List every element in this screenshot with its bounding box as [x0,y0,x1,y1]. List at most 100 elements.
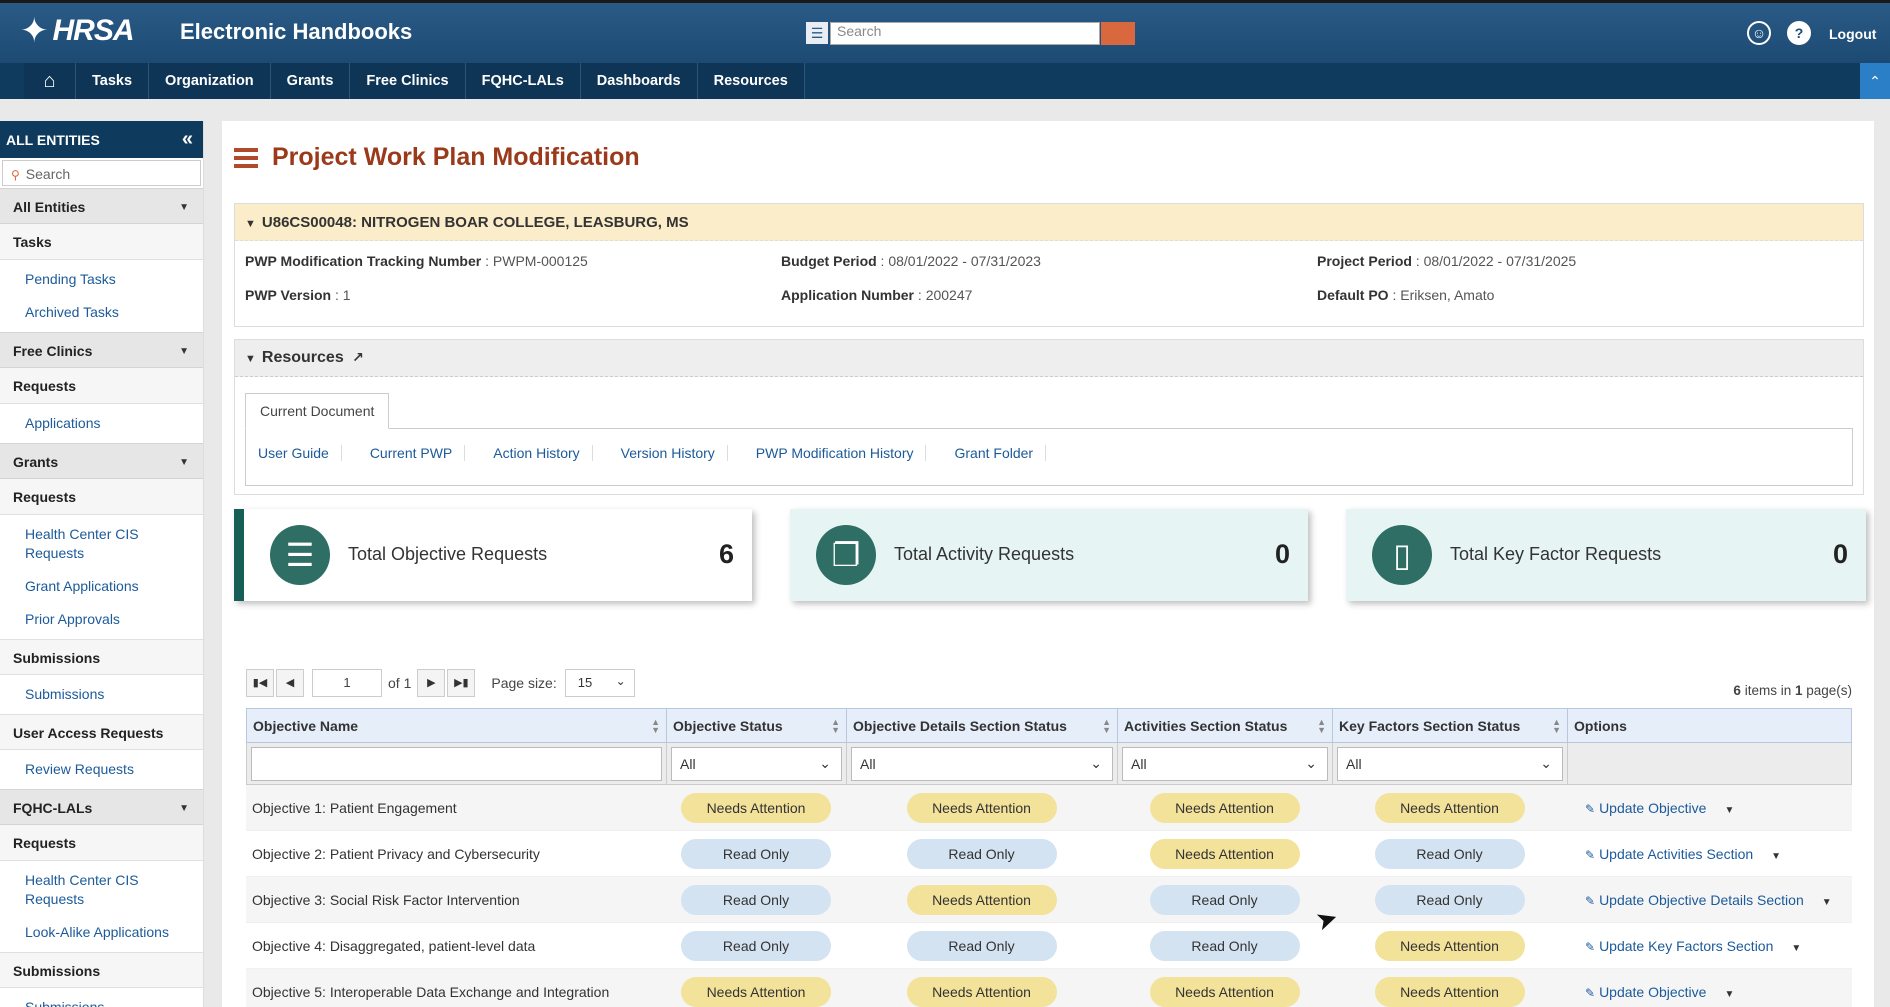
filter-value: All [680,756,696,772]
home-icon[interactable]: ⌂ [24,63,76,99]
table-row: Objective 5: Interoperable Data Exchange… [246,969,1852,1007]
prev-page-icon[interactable]: ◀ [276,669,304,697]
pwp-version-field: PWP Version : 1 [245,287,351,303]
card-total-objective-requests[interactable]: ☰ Total Objective Requests 6 [234,509,752,601]
sidebar-link-grant-applications[interactable]: Grant Applications [0,570,203,603]
nav-fqhc-lals[interactable]: FQHC-LALs [466,63,581,99]
filter-objective-details-select[interactable]: All ⌄ [851,747,1113,781]
objectives-grid: Objective Name ▲ ▼ Objective Status ▲ ▼ Obje… [246,708,1852,1007]
nav-tasks[interactable]: Tasks [76,63,150,99]
sidebar-link-archived-tasks[interactable]: Archived Tasks [0,296,203,332]
column-key-factors-status[interactable]: Key Factors Section Status ▲ ▼ [1333,709,1568,742]
sidebar-link-pending-tasks[interactable]: Pending Tasks [0,260,203,296]
external-link-icon[interactable]: ↗ [352,349,364,365]
card-label: Total Objective Requests [348,544,548,564]
caret-down-icon[interactable]: ▼ [1724,805,1734,816]
column-objective-name[interactable]: Objective Name ▲ ▼ [247,709,667,742]
filter-key-factors-cell: All ⌄ [1333,743,1568,784]
logout-link[interactable]: Logout [1829,26,1876,42]
hrsa-logo[interactable]: ✦ HRSA [20,11,135,51]
page-number-input[interactable]: 1 [312,669,382,697]
update-objective-details-link[interactable]: ✎ Update Objective Details Section [1585,892,1804,908]
field-label: Application Number [781,287,915,303]
sidebar-link-health-center-cis[interactable]: Health Center CIS Requests [0,861,203,916]
sidebar-link-submissions[interactable]: Submissions [0,988,203,1007]
update-activities-link[interactable]: ✎ Update Activities Section [1585,846,1753,862]
filter-objective-name-input[interactable] [251,747,662,781]
link-version-history[interactable]: Version History [609,445,728,461]
column-label: Objective Details Section Status [853,718,1067,734]
column-activities-status[interactable]: Activities Section Status ▲ ▼ [1118,709,1333,742]
link-action-history[interactable]: Action History [481,445,593,461]
row-options: ✎ Update Objective ▼ [1567,800,1850,816]
nav-resources[interactable]: Resources [698,63,805,99]
menu-icon[interactable]: ☰ [806,22,828,44]
sidebar-group-free-clinics[interactable]: Free Clinics ▼ [0,332,203,368]
column-label: Objective Name [253,718,359,734]
filter-value: All [1131,756,1147,772]
status-badge: Needs Attention [1374,930,1525,961]
user-icon[interactable]: ☺ [1747,21,1771,45]
sidebar-group-grants[interactable]: Grants ▼ [0,443,203,479]
first-page-icon[interactable]: ▮◀ [246,669,274,697]
sidebar-link-look-alike-applications[interactable]: Look-Alike Applications [0,916,203,952]
caret-down-icon[interactable]: ▼ [1771,851,1781,862]
eagle-icon: ✦ [20,12,49,50]
sidebar-group-fqhc-lals[interactable]: FQHC-LALs ▼ [0,789,203,825]
sidebar-link-health-center-cis[interactable]: Health Center CIS Requests [0,515,203,570]
caret-down-icon[interactable]: ▼ [1724,989,1734,1000]
header-search-input[interactable]: Search [830,22,1100,45]
sidebar-link-prior-approvals[interactable]: Prior Approvals [0,603,203,639]
update-objective-link[interactable]: ✎ Update Objective [1585,984,1706,1000]
link-current-pwp[interactable]: Current PWP [358,445,466,461]
collapse-sidebar-icon[interactable]: « [182,128,193,151]
filter-value: All [860,756,876,772]
chevron-down-icon: ⌄ [615,674,626,688]
grant-info-panel: ▼ U86CS00048: NITROGEN BOAR COLLEGE, LEAS… [234,203,1864,327]
nav-organization[interactable]: Organization [149,63,271,99]
row-options: ✎ Update Key Factors Section ▼ [1567,938,1850,954]
nav-free-clinics[interactable]: Free Clinics [350,63,466,99]
chevron-down-icon: ⌄ [1090,755,1102,771]
search-button[interactable] [1101,22,1135,45]
card-total-key-factor-requests[interactable]: ▯ Total Key Factor Requests 0 [1346,509,1866,601]
status-badge: Needs Attention [1374,976,1525,1007]
sidebar-search-input[interactable]: ⚲ Search [2,160,201,186]
filter-activities-select[interactable]: All ⌄ [1122,747,1328,781]
edit-icon: ✎ [1585,985,1596,1000]
field-value: 1 [342,287,351,303]
filter-objective-status-select[interactable]: All ⌄ [671,747,842,781]
collapse-header-icon[interactable]: ⌃ [1860,63,1890,99]
nav-grants[interactable]: Grants [271,63,351,99]
last-page-icon[interactable]: ▶▮ [447,669,476,697]
link-pwp-modification-history[interactable]: PWP Modification History [744,445,927,461]
help-icon[interactable]: ? [1787,21,1811,45]
next-page-icon[interactable]: ▶ [417,669,446,697]
update-objective-link[interactable]: ✎ Update Objective [1585,800,1706,816]
items-count-text: items in [1740,683,1795,698]
tracking-number-field: PWP Modification Tracking Number : PWPM-… [245,253,588,269]
status-badge: Needs Attention [1149,976,1300,1007]
filter-objective-details-cell: All ⌄ [847,743,1118,784]
resources-header[interactable]: ▼ Resources ↗ [235,340,1863,377]
caret-down-icon[interactable]: ▼ [1822,897,1832,908]
nav-dashboards[interactable]: Dashboards [581,63,698,99]
link-user-guide[interactable]: User Guide [246,445,342,461]
column-objective-details-status[interactable]: Objective Details Section Status ▲ ▼ [847,709,1118,742]
update-key-factors-link[interactable]: ✎ Update Key Factors Section [1585,938,1773,954]
filter-key-factors-select[interactable]: All ⌄ [1337,747,1563,781]
grant-info-header[interactable]: ▼ U86CS00048: NITROGEN BOAR COLLEGE, LEAS… [235,204,1863,241]
page-size-select[interactable]: 15 ⌄ [564,669,635,697]
sidebar-link-submissions[interactable]: Submissions [0,675,203,714]
link-grant-folder[interactable]: Grant Folder [942,445,1047,461]
card-total-activity-requests[interactable]: ❐ Total Activity Requests 0 [790,509,1308,601]
column-objective-status[interactable]: Objective Status ▲ ▼ [667,709,847,742]
sidebar-group-all-entities[interactable]: All Entities ▼ [0,188,203,224]
chevron-down-icon: ⌄ [819,755,831,771]
sidebar-title: ALL ENTITIES [6,132,100,148]
caret-down-icon[interactable]: ▼ [1791,943,1801,954]
status-badge: Needs Attention [681,792,831,823]
sidebar-link-review-requests[interactable]: Review Requests [0,750,203,789]
tab-current-document[interactable]: Current Document [245,393,390,429]
sidebar-link-applications[interactable]: Applications [0,404,203,443]
